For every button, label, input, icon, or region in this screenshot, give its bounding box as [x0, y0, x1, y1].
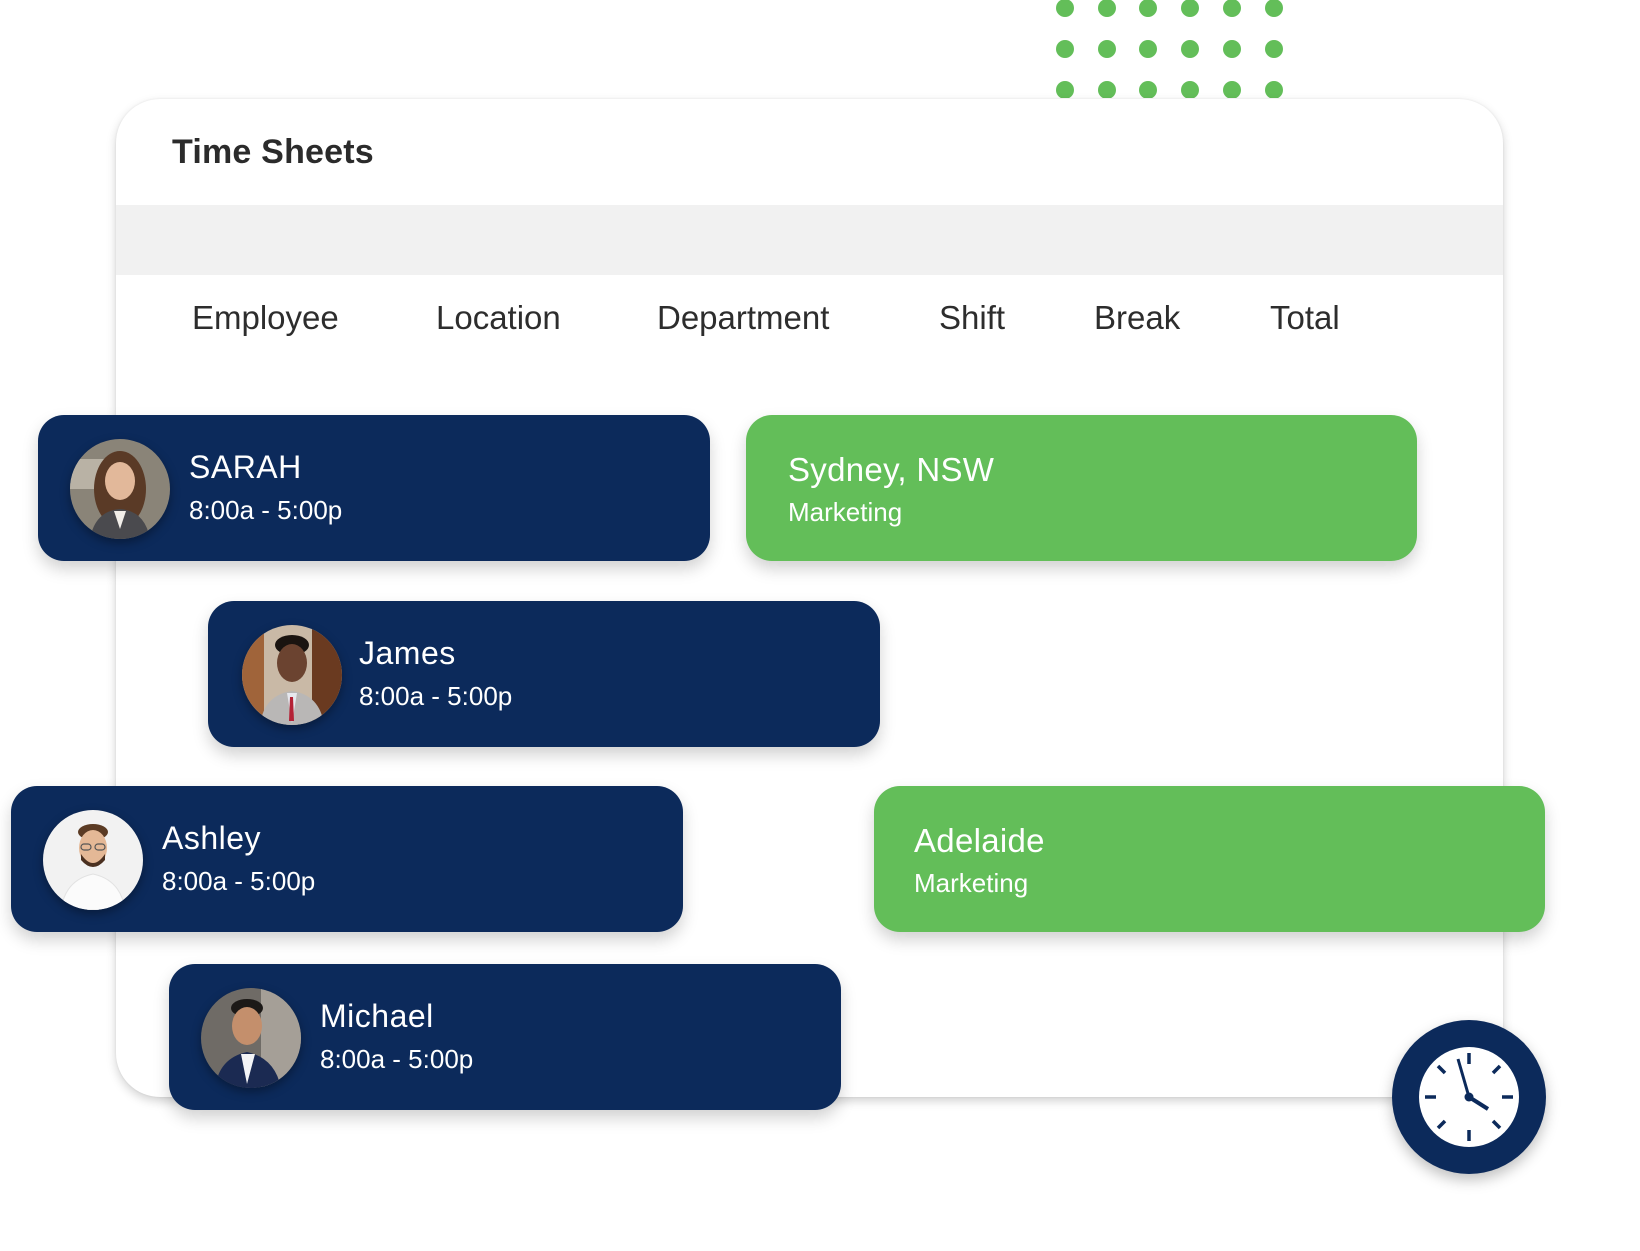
avatar-photo-icon [201, 988, 301, 1088]
decor-dot [1222, 0, 1241, 17]
decor-dot [1181, 0, 1200, 17]
avatar-ashley [43, 810, 143, 910]
decor-dot [1181, 40, 1200, 58]
decor-dot [1222, 40, 1241, 58]
decor-dot [1264, 40, 1283, 58]
avatar-sarah [70, 439, 170, 539]
decor-dot [1264, 81, 1283, 98]
column-header-department[interactable]: Department [657, 299, 829, 337]
toolbar-band [116, 205, 1503, 275]
time-sheets-panel: Time Sheets Employee Location Department… [116, 99, 1503, 1097]
column-header-total[interactable]: Total [1270, 299, 1340, 337]
employee-card-michael[interactable]: Michael 8:00a - 5:00p [169, 964, 841, 1110]
panel-title: Time Sheets [172, 133, 374, 171]
avatar-photo-icon [43, 810, 143, 910]
employee-shift: 8:00a - 5:00p [359, 681, 513, 711]
employee-name: Michael [320, 998, 434, 1034]
employee-name: SARAH [189, 449, 302, 485]
employee-name: Ashley [162, 820, 262, 856]
decor-dot [1097, 81, 1116, 98]
decor-dot [1139, 81, 1158, 98]
location-name: Sydney, NSW [788, 451, 995, 488]
employee-name: James [359, 635, 456, 671]
decor-dot [1181, 81, 1200, 98]
location-name: Adelaide [914, 822, 1045, 859]
employee-shift: 8:00a - 5:00p [189, 495, 343, 525]
department-name: Marketing [914, 868, 1029, 898]
column-header-location[interactable]: Location [436, 299, 561, 337]
decor-dot [1097, 40, 1116, 58]
employee-shift: 8:00a - 5:00p [320, 1044, 474, 1074]
clock-badge [1392, 1020, 1546, 1174]
decor-dot [1056, 0, 1074, 17]
clock-icon [1419, 1047, 1519, 1147]
decor-dot [1139, 0, 1158, 17]
column-header-break[interactable]: Break [1094, 299, 1180, 337]
employee-card-james[interactable]: James 8:00a - 5:00p [208, 601, 880, 747]
employee-card-sarah[interactable]: SARAH 8:00a - 5:00p [38, 415, 710, 561]
decor-dot [1097, 0, 1116, 17]
decor-dot [1222, 81, 1241, 98]
avatar-photo-icon [70, 439, 170, 539]
decor-dot [1056, 40, 1074, 58]
avatar-michael [201, 988, 301, 1088]
column-header-shift[interactable]: Shift [939, 299, 1005, 337]
employee-shift: 8:00a - 5:00p [162, 866, 316, 896]
employee-card-ashley[interactable]: Ashley 8:00a - 5:00p [11, 786, 683, 932]
decor-dot [1139, 40, 1158, 58]
avatar-james [242, 625, 342, 725]
column-header-employee[interactable]: Employee [192, 299, 339, 337]
location-card-sydney[interactable]: Sydney, NSW Marketing [746, 415, 1417, 561]
location-card-adelaide[interactable]: Adelaide Marketing [874, 786, 1545, 932]
decor-dot [1056, 81, 1074, 98]
department-name: Marketing [788, 497, 903, 527]
decor-dot [1264, 0, 1283, 17]
dot-grid-decoration [1056, 0, 1296, 98]
avatar-photo-icon [242, 625, 342, 725]
